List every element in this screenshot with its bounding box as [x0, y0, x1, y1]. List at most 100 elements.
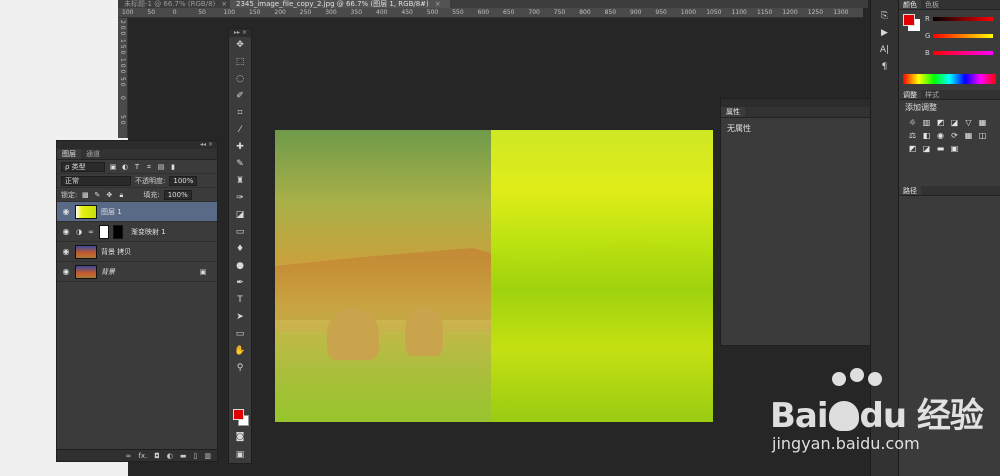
zoom-icon[interactable]: ⚲: [229, 360, 251, 377]
screen-mode-icon[interactable]: ▣: [229, 447, 251, 464]
hue-saturation-icon[interactable]: ▦: [977, 118, 988, 128]
channel-mixer-icon[interactable]: ⟳: [949, 131, 960, 141]
blur-icon[interactable]: ♦: [229, 241, 251, 258]
trash-icon[interactable]: ▥: [204, 452, 211, 460]
ruler-vertical[interactable]: 2 0 0 1 5 0 1 0 0 5 0 0 5 0: [118, 18, 128, 138]
vibrance-icon[interactable]: ▽: [963, 118, 974, 128]
hand-icon[interactable]: ✋: [229, 343, 251, 360]
eyedropper-icon[interactable]: ⁄: [229, 122, 251, 139]
paragraph-icon[interactable]: ¶: [871, 59, 898, 76]
color-spectrum[interactable]: [903, 74, 996, 84]
panel-grip[interactable]: ◂◂ ×: [721, 99, 894, 107]
filter-toggle-icon[interactable]: ▮: [169, 163, 177, 171]
visibility-eye-icon[interactable]: ◉: [61, 227, 71, 236]
gradient-map-icon[interactable]: ▬: [935, 144, 946, 154]
document-image[interactable]: [275, 130, 713, 422]
fx-icon[interactable]: fx.: [138, 452, 147, 460]
tab-paths[interactable]: 路径: [899, 186, 921, 195]
photo-filter-icon[interactable]: ◉: [935, 131, 946, 141]
shape-filter-icon[interactable]: ⌗: [145, 163, 153, 171]
posterize-icon[interactable]: ◩: [907, 144, 918, 154]
gradient-icon[interactable]: ▭: [229, 224, 251, 241]
close-icon[interactable]: ×: [435, 0, 441, 8]
link-icon[interactable]: ∞: [126, 452, 132, 460]
dodge-icon[interactable]: ●: [229, 258, 251, 275]
character-icon[interactable]: A|: [871, 42, 898, 59]
opacity-input[interactable]: 100%: [169, 175, 198, 186]
threshold-icon[interactable]: ◪: [921, 144, 932, 154]
lock-position-icon[interactable]: ✥: [105, 191, 113, 199]
type-filter-icon[interactable]: T: [133, 163, 141, 171]
filter-kind-select[interactable]: ρ 类型: [61, 161, 105, 172]
color-lookup-icon[interactable]: ▦: [963, 131, 974, 141]
marquee-icon[interactable]: ⬚: [229, 54, 251, 71]
panel-grip[interactable]: ▸▸ ×: [229, 29, 251, 37]
chain-link-icon[interactable]: ∞: [87, 228, 95, 236]
close-icon[interactable]: ×: [221, 0, 227, 8]
move-icon[interactable]: ✥: [229, 37, 251, 54]
invert-icon[interactable]: ◫: [977, 131, 988, 141]
foreground-color-swatch[interactable]: [903, 14, 915, 26]
brightness-icon[interactable]: ☼: [907, 118, 918, 128]
visibility-eye-icon[interactable]: ◉: [61, 267, 71, 276]
brush-icon[interactable]: ✎: [229, 156, 251, 173]
quick-mask-icon[interactable]: ◙: [229, 429, 251, 446]
tab-color[interactable]: 颜色: [899, 0, 921, 9]
layer-row[interactable]: ◉ ◑ ∞ 渐变映射 1: [57, 222, 217, 242]
tab-layers[interactable]: 图层: [57, 149, 81, 159]
black-white-icon[interactable]: ◧: [921, 131, 932, 141]
ruler-horizontal[interactable]: 100 50 0 50 100 150 200 250 300 350 400 450 500 550 60…: [118, 8, 863, 18]
adjustment-filter-icon[interactable]: ◐: [121, 163, 129, 171]
lock-all-icon[interactable]: 🔒︎: [117, 191, 125, 199]
layer-name[interactable]: 渐变映射 1: [131, 227, 166, 237]
red-slider[interactable]: [932, 16, 993, 21]
layer-row[interactable]: ◉ 背景 ▣: [57, 262, 217, 282]
document-tab-2[interactable]: 2345_image_file_copy_2.jpg @ 66.7% (图层 1…: [230, 0, 450, 8]
lock-pixels-icon[interactable]: ✎: [93, 191, 101, 199]
lasso-icon[interactable]: ◌: [229, 71, 251, 88]
mask-icon[interactable]: ◘: [154, 452, 160, 460]
selective-color-icon[interactable]: ▣: [949, 144, 960, 154]
type-icon[interactable]: T: [229, 292, 251, 309]
layer-row[interactable]: ◉ 背景 拷贝: [57, 242, 217, 262]
curves-icon[interactable]: ◩: [935, 118, 946, 128]
blue-slider[interactable]: [932, 50, 993, 55]
green-slider[interactable]: [933, 33, 994, 38]
exposure-icon[interactable]: ◪: [949, 118, 960, 128]
layer-row[interactable]: ◉ 图层 1: [57, 202, 217, 222]
new-layer-icon[interactable]: ▯: [194, 452, 198, 460]
levels-icon[interactable]: ▥: [921, 118, 932, 128]
fill-input[interactable]: 100%: [163, 189, 192, 200]
crop-icon[interactable]: ⌗: [229, 105, 251, 122]
stamp-icon[interactable]: ♜: [229, 173, 251, 190]
tab-swatches[interactable]: 色板: [921, 0, 943, 9]
tab-styles[interactable]: 样式: [921, 90, 943, 99]
quick-select-icon[interactable]: ✐: [229, 88, 251, 105]
folder-icon[interactable]: ▬: [180, 452, 187, 460]
foreground-color-swatch[interactable]: [233, 409, 244, 420]
rectangle-icon[interactable]: ▭: [229, 326, 251, 343]
actions-icon[interactable]: ▶: [871, 25, 898, 42]
path-select-icon[interactable]: ➤: [229, 309, 251, 326]
layer-name[interactable]: 背景: [101, 267, 115, 277]
pen-icon[interactable]: ✒: [229, 275, 251, 292]
history-brush-icon[interactable]: ✑: [229, 190, 251, 207]
lock-transparent-icon[interactable]: ▩: [81, 191, 89, 199]
tab-adjustments[interactable]: 调整: [899, 90, 921, 99]
smart-object-filter-icon[interactable]: ▤: [157, 163, 165, 171]
color-balance-icon[interactable]: ⚖: [907, 131, 918, 141]
visibility-eye-icon[interactable]: ◉: [61, 207, 71, 216]
healing-icon[interactable]: ✚: [229, 139, 251, 156]
layer-name[interactable]: 背景 拷贝: [101, 247, 131, 257]
history-icon[interactable]: ⎘: [871, 8, 898, 25]
document-tab-1[interactable]: 未标题-1 @ 66.7% (RGB/8) ×: [118, 0, 230, 8]
adjustment-icon[interactable]: ◐: [167, 452, 173, 460]
eraser-icon[interactable]: ◪: [229, 207, 251, 224]
visibility-eye-icon[interactable]: ◉: [61, 247, 71, 256]
tab-properties[interactable]: 属性: [721, 107, 745, 117]
panel-grip[interactable]: ◂◂ ×: [57, 141, 217, 149]
layer-name[interactable]: 图层 1: [101, 207, 122, 217]
blend-mode-select[interactable]: 正常: [61, 175, 131, 186]
pixel-filter-icon[interactable]: ▣: [109, 163, 117, 171]
tab-channels[interactable]: 通道: [81, 149, 105, 159]
